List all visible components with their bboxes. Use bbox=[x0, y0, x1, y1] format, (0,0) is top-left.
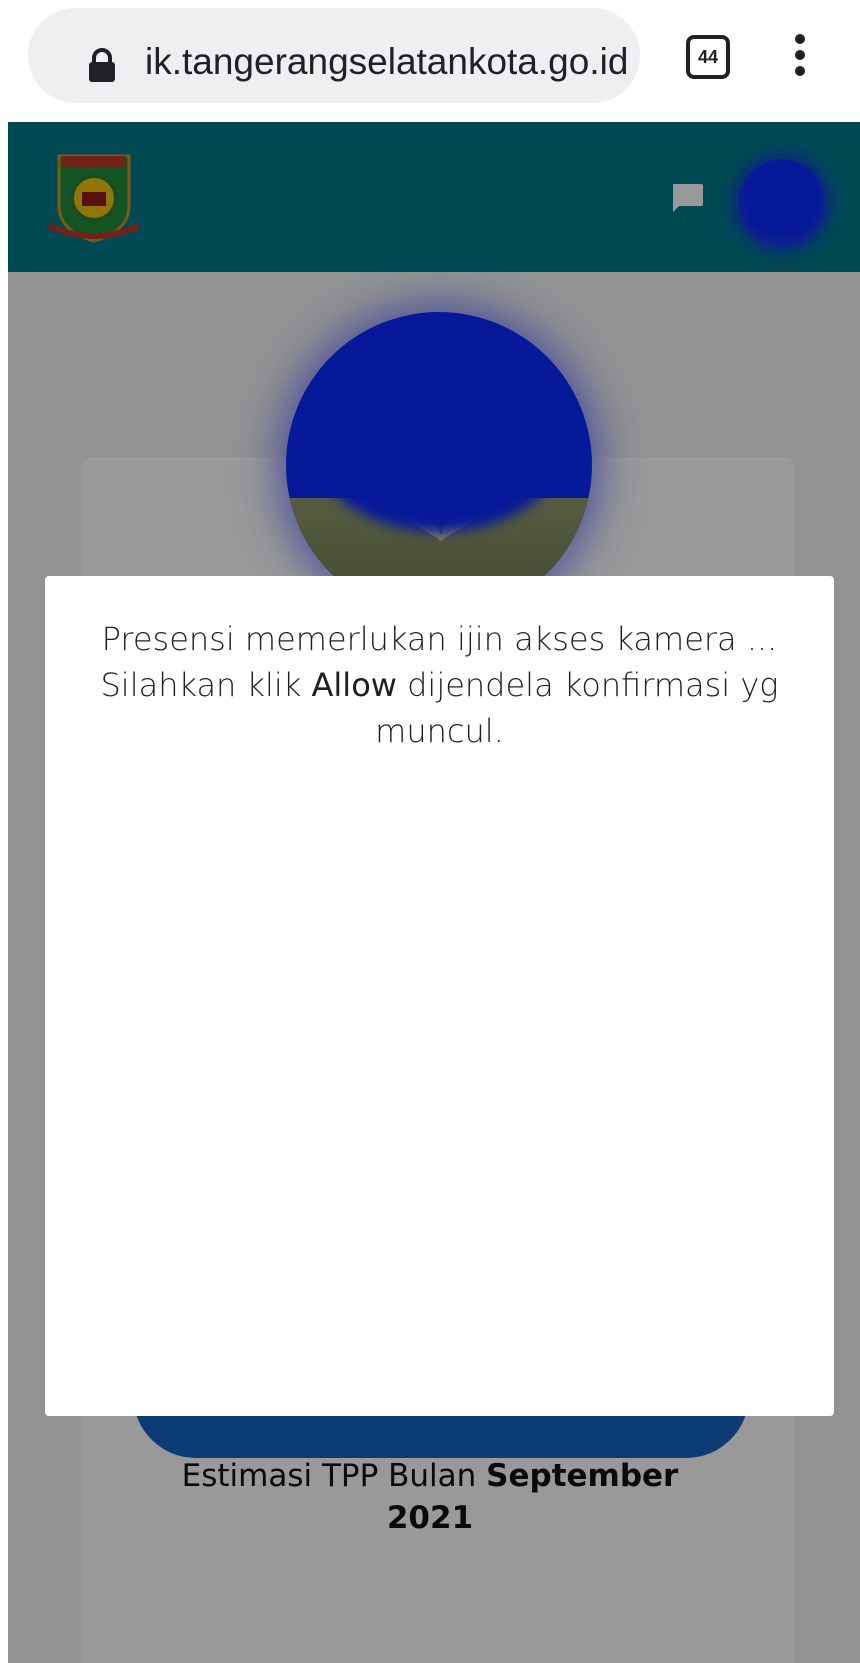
url-text[interactable]: ik.tangerangselatankota.go.id bbox=[145, 32, 628, 92]
browser-toolbar: ik.tangerangselatankota.go.id 44 bbox=[0, 0, 860, 122]
tab-switcher-button[interactable]: 44 bbox=[686, 35, 730, 79]
camera-permission-modal: Presensi memerlukan ijin akses kamera ..… bbox=[45, 576, 834, 1416]
address-bar[interactable]: ik.tangerangselatankota.go.id bbox=[28, 8, 640, 103]
more-options-icon[interactable] bbox=[790, 34, 810, 78]
lock-icon bbox=[89, 48, 115, 82]
modal-message: Presensi memerlukan ijin akses kamera ..… bbox=[100, 620, 779, 750]
